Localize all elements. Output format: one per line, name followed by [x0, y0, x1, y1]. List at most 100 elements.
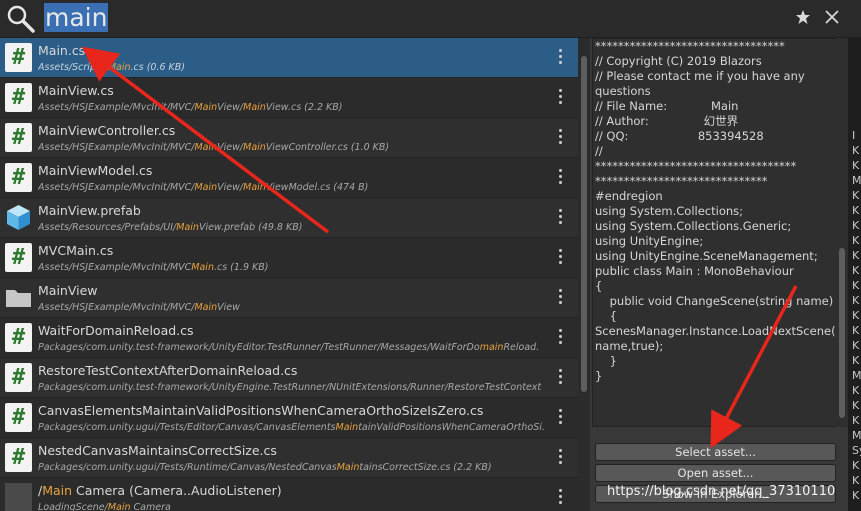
result-title: CanvasElementsMaintainValidPositionsWhen… [38, 403, 484, 418]
kebab-menu-icon[interactable] [556, 489, 564, 507]
csharp-script-icon: # [5, 363, 32, 392]
kebab-menu-icon[interactable] [556, 89, 564, 107]
result-row[interactable]: # MainViewController.cs Assets/HSJExample/… [0, 118, 578, 158]
result-path: Assets/HSJExample/MvcInit/MVCMain.cs (1.… [38, 262, 554, 273]
console-edge-line: Sy [852, 444, 861, 457]
code-line: // File Name: Main [595, 99, 739, 113]
path-text: Packages/com.unity.test-framework/UnityE… [38, 342, 480, 353]
search-bar: main [0, 0, 861, 38]
path-text: View/ [217, 102, 244, 113]
path-match: Main [243, 182, 266, 193]
result-row[interactable]: # MainView.cs Assets/HSJExample/MvcInit/MV… [0, 78, 578, 118]
result-row[interactable]: # MVCMain.cs Assets/HSJExample/MvcInit/MVC… [0, 238, 578, 278]
preview-scrollbar[interactable] [836, 38, 848, 427]
search-query[interactable]: main [44, 3, 109, 32]
result-row[interactable]: # RestoreTestContextAfterDomainReload.cs P… [0, 358, 578, 398]
path-text: Assets/HSJExample/MvcInit/MVC/ [38, 102, 195, 113]
code-line: // Copyright (C) 2019 Blazors [595, 54, 762, 68]
console-edge: IKKMKKKKKKKKKKKKMKKKMSyKKK [848, 38, 861, 511]
result-title: MainView.prefab [38, 203, 141, 218]
path-text: Packages/com.unity.test-framework/UnityE… [38, 382, 542, 393]
kebab-menu-icon[interactable] [556, 369, 564, 387]
result-title: Main.cs [38, 43, 86, 58]
close-icon[interactable] [824, 9, 840, 25]
result-title: NestedCanvasMaintainsCorrectSize.cs [38, 443, 277, 458]
preview-scrollbar-thumb[interactable] [839, 248, 845, 418]
kebab-menu-icon[interactable] [556, 329, 564, 347]
path-text: Assets/HSJExample/MvcInit/MVC [38, 262, 192, 273]
path-text: View/ [217, 142, 244, 153]
code-line: { [595, 279, 603, 293]
result-row[interactable]: # MainViewModel.cs Assets/HSJExample/MvcIn… [0, 158, 578, 198]
select-asset-button[interactable]: Select asset... [595, 443, 836, 461]
result-row[interactable]: /Main Camera (Camera..AudioListener) Load… [0, 478, 578, 511]
code-line: using System.Collections.Generic; [595, 219, 792, 233]
result-row[interactable]: # WaitForDomainReload.cs Packages/com.unit… [0, 318, 578, 358]
kebab-menu-icon[interactable] [556, 449, 564, 467]
star-icon[interactable] [795, 9, 811, 25]
result-row[interactable]: # CanvasElementsMaintainValidPositionsWhe… [0, 398, 578, 438]
result-row[interactable]: MainView Assets/HSJExample/MvcInit/MVC/Ma… [0, 278, 578, 318]
result-row[interactable]: # NestedCanvasMaintainsCorrectSize.cs Pack… [0, 438, 578, 478]
console-edge-line: K [852, 399, 860, 412]
console-edge-line [848, 53, 861, 68]
code-line: using UnityEngine; [595, 234, 704, 248]
path-text: Camera [130, 502, 171, 511]
code-line: } [595, 369, 603, 383]
console-edge-line: I [852, 129, 856, 142]
result-title: MainView.cs [38, 83, 114, 98]
kebab-menu-icon[interactable] [556, 409, 564, 427]
path-match: Main [107, 62, 131, 73]
kebab-menu-icon[interactable] [556, 249, 564, 267]
code-line: // QQ: 853394528 [595, 129, 764, 143]
result-row[interactable]: # Main.cs Assets/Scripts/Main.cs (0.6 KB) [0, 38, 578, 78]
results-scrollbar-thumb[interactable] [581, 56, 587, 392]
result-path: Packages/com.unity.test-framework/UnityE… [38, 382, 554, 393]
path-match: Main [191, 262, 214, 273]
watermark: https://blog.csdn.net/qq_37310110 [607, 484, 836, 499]
result-path: Assets/Resources/Prefabs/UI/MainView.pre… [38, 222, 554, 233]
path-match: Main [243, 142, 266, 153]
code-line: using UnityEngine.SceneManagement; [595, 249, 818, 263]
code-preview: *********************************// Copy… [592, 38, 838, 427]
console-edge-line: K [852, 354, 860, 367]
result-title: /Main Camera (Camera..AudioListener) [38, 483, 282, 498]
code-line: name,true); [595, 339, 664, 353]
console-edge-line: K [852, 414, 860, 427]
path-match: Main [107, 502, 131, 511]
search-input[interactable]: main [44, 3, 109, 33]
console-edge-line: K [852, 249, 860, 262]
kebab-menu-icon[interactable] [556, 129, 564, 147]
code-line: ScenesManager.Instance.LoadNextScene( [595, 324, 836, 338]
kebab-menu-icon[interactable] [556, 209, 564, 227]
code-line: using System.Collections; [595, 204, 744, 218]
path-text: View [217, 302, 240, 313]
folder-icon [6, 290, 31, 307]
console-edge-line: K [852, 489, 860, 502]
kebab-menu-icon[interactable] [556, 49, 564, 67]
result-row[interactable]: MainView.prefab Assets/Resources/Prefabs/… [0, 198, 578, 238]
csharp-script-icon: # [5, 83, 32, 112]
path-text: .cs (1.9 KB) [213, 262, 269, 273]
code-line: #endregion [595, 189, 663, 203]
csharp-script-icon: # [5, 163, 32, 192]
code-line: } [595, 354, 617, 368]
kebab-menu-icon[interactable] [556, 289, 564, 307]
path-text: .cs (0.6 KB) [130, 62, 186, 73]
console-edge-line [848, 68, 861, 83]
console-edge-line: K [852, 204, 860, 217]
console-edge-line [848, 113, 861, 128]
path-text: tainValidPositionsWhenCameraOrthoSi. [358, 422, 545, 433]
code-line: public void ChangeScene(string name) [595, 294, 834, 308]
path-text: Assets/Scripts/ [38, 62, 108, 73]
code-line: // Please contact me if you have any [595, 69, 805, 83]
kebab-menu-icon[interactable] [556, 169, 564, 187]
results-scrollbar[interactable] [578, 38, 590, 511]
code-line: // Author: 幻世界 [595, 114, 739, 128]
prefab-cube-icon [7, 205, 30, 230]
console-edge-line [848, 83, 861, 98]
open-asset-button[interactable]: Open asset... [595, 464, 836, 482]
result-path: Assets/HSJExample/MvcInit/MVC/MainView/M… [38, 102, 554, 113]
result-title: MainViewController.cs [38, 123, 176, 138]
path-text: LoadingScene/ [38, 502, 108, 511]
